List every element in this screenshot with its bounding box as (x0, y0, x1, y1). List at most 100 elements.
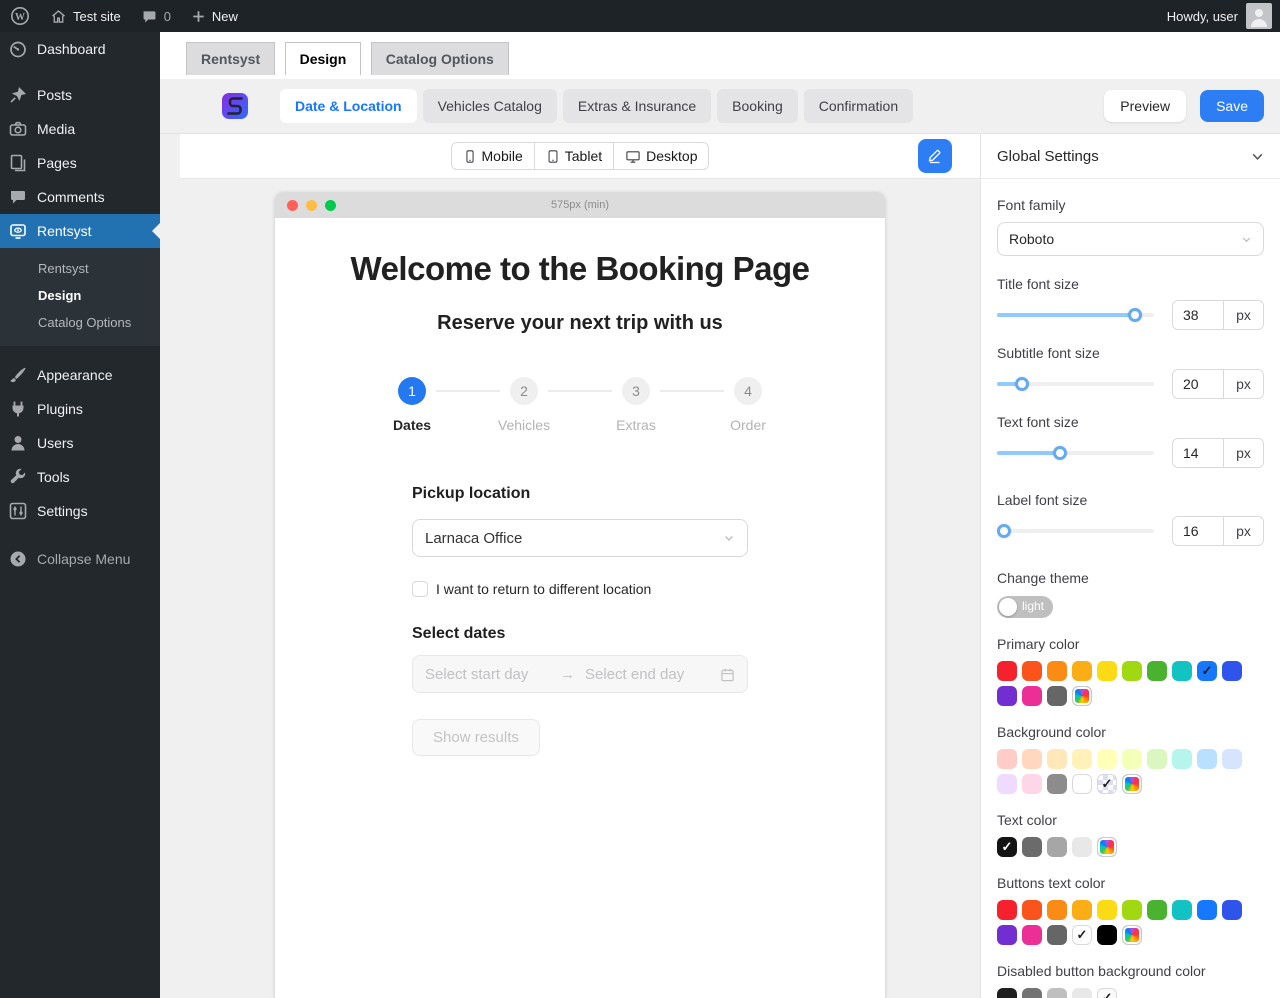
color-swatch[interactable] (1022, 749, 1042, 769)
builder-tab[interactable]: Date & Location (280, 89, 417, 123)
font-size-input[interactable] (1173, 301, 1223, 329)
sidebar-item-users[interactable]: Users (0, 426, 160, 460)
custom-color-swatch[interactable] (1072, 686, 1092, 706)
color-swatch[interactable] (1047, 988, 1067, 998)
color-swatch[interactable] (1072, 661, 1092, 681)
color-swatch[interactable] (1072, 837, 1092, 857)
color-swatch[interactable] (1072, 774, 1092, 794)
color-swatch[interactable] (997, 749, 1017, 769)
color-swatch[interactable] (1022, 900, 1042, 920)
slider-handle[interactable] (997, 524, 1011, 538)
device-button-desktop[interactable]: Desktop (613, 143, 708, 169)
date-range-picker[interactable]: Select start day → Select end day (412, 655, 748, 693)
color-swatch[interactable] (1197, 900, 1217, 920)
tab-rentsyst[interactable]: Rentsyst (186, 42, 275, 75)
theme-toggle[interactable]: light (997, 596, 1053, 618)
sidebar-item-posts[interactable]: Posts (0, 78, 160, 112)
color-swatch[interactable] (1072, 988, 1092, 998)
preview-button[interactable]: Preview (1104, 90, 1186, 122)
color-swatch[interactable] (1022, 774, 1042, 794)
device-button-tablet[interactable]: Tablet (534, 143, 613, 169)
builder-tab[interactable]: Booking (717, 89, 798, 123)
color-swatch[interactable] (1022, 661, 1042, 681)
color-swatch[interactable] (997, 686, 1017, 706)
color-swatch[interactable] (1147, 749, 1167, 769)
tab-design[interactable]: Design (285, 42, 362, 75)
custom-color-swatch[interactable] (1122, 774, 1142, 794)
color-swatch[interactable] (997, 988, 1017, 998)
color-swatch[interactable] (1047, 774, 1067, 794)
color-swatch[interactable] (1222, 749, 1242, 769)
step-circle-2[interactable]: 2 (510, 377, 538, 405)
builder-tab[interactable]: Confirmation (804, 89, 913, 123)
custom-color-swatch[interactable] (1122, 925, 1142, 945)
color-swatch[interactable] (997, 774, 1017, 794)
color-swatch[interactable]: ✓ (1072, 925, 1092, 945)
color-swatch[interactable] (1222, 900, 1242, 920)
color-swatch[interactable]: ✓ (1097, 988, 1117, 998)
color-swatch[interactable] (997, 661, 1017, 681)
color-swatch[interactable]: ✓ (997, 837, 1017, 857)
color-swatch[interactable] (997, 900, 1017, 920)
slider-handle[interactable] (1053, 446, 1067, 460)
show-results-button[interactable]: Show results (412, 719, 540, 756)
device-button-mobile[interactable]: Mobile (452, 143, 534, 169)
font-size-input[interactable] (1173, 439, 1223, 467)
color-swatch[interactable] (1097, 661, 1117, 681)
color-swatch[interactable] (1047, 686, 1067, 706)
color-swatch[interactable] (1172, 749, 1192, 769)
visit-site-link[interactable]: Test site (40, 0, 131, 32)
global-settings-header[interactable]: Global Settings (981, 134, 1280, 179)
color-swatch[interactable] (1072, 900, 1092, 920)
comments-menu[interactable]: 0 (131, 0, 181, 32)
account-menu[interactable]: Howdy, user (1167, 3, 1280, 29)
font-size-input[interactable] (1173, 370, 1223, 398)
color-swatch[interactable] (1172, 661, 1192, 681)
color-swatch[interactable] (997, 925, 1017, 945)
color-swatch[interactable]: ✓ (1197, 661, 1217, 681)
builder-tab[interactable]: Vehicles Catalog (423, 89, 557, 123)
font-size-slider[interactable] (997, 523, 1154, 539)
color-swatch[interactable] (1122, 749, 1142, 769)
slider-handle[interactable] (1128, 308, 1142, 322)
font-size-input[interactable] (1173, 517, 1223, 545)
color-swatch[interactable] (1097, 749, 1117, 769)
color-swatch[interactable] (1197, 749, 1217, 769)
color-swatch[interactable] (1072, 749, 1092, 769)
color-swatch[interactable] (1022, 686, 1042, 706)
color-swatch[interactable] (1022, 837, 1042, 857)
save-button[interactable]: Save (1200, 90, 1264, 122)
color-swatch[interactable] (1147, 661, 1167, 681)
font-size-slider[interactable] (997, 307, 1154, 323)
wp-logo-menu[interactable]: W (0, 0, 40, 32)
color-swatch[interactable] (1022, 988, 1042, 998)
font-family-select[interactable]: Roboto (997, 222, 1264, 256)
pickup-location-select[interactable]: Larnaca Office (412, 519, 748, 557)
step-circle-1[interactable]: 1 (398, 377, 426, 405)
tab-catalog-options[interactable]: Catalog Options (371, 42, 509, 75)
font-size-slider[interactable] (997, 376, 1154, 392)
submenu-item-rentsyst[interactable]: Rentsyst (0, 255, 160, 282)
color-swatch[interactable] (1047, 925, 1067, 945)
color-swatch[interactable] (1022, 925, 1042, 945)
collapse-menu-button[interactable]: Collapse Menu (0, 542, 160, 576)
step-circle-4[interactable]: 4 (734, 377, 762, 405)
color-swatch[interactable] (1047, 837, 1067, 857)
slider-handle[interactable] (1015, 377, 1029, 391)
submenu-item-design[interactable]: Design (0, 282, 160, 309)
return-location-checkbox[interactable] (412, 581, 428, 597)
sidebar-item-comments[interactable]: Comments (0, 180, 160, 214)
color-swatch[interactable] (1122, 661, 1142, 681)
color-swatch[interactable]: ✓ (1097, 774, 1117, 794)
sidebar-item-rentsyst[interactable]: Rentsyst (0, 214, 160, 248)
color-swatch[interactable] (1097, 900, 1117, 920)
sidebar-item-plugins[interactable]: Plugins (0, 392, 160, 426)
color-swatch[interactable] (1047, 661, 1067, 681)
color-swatch[interactable] (1047, 749, 1067, 769)
color-swatch[interactable] (1222, 661, 1242, 681)
new-content-menu[interactable]: New (181, 0, 248, 32)
sidebar-item-appearance[interactable]: Appearance (0, 358, 160, 392)
color-swatch[interactable] (1122, 900, 1142, 920)
font-size-slider[interactable] (997, 445, 1154, 461)
builder-tab[interactable]: Extras & Insurance (563, 89, 711, 123)
